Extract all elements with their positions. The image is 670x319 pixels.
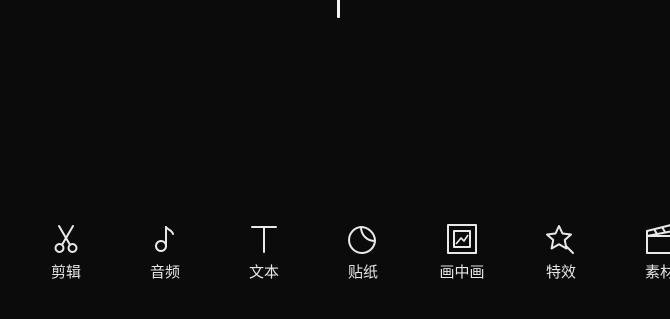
toolbar-item-picture-in-picture[interactable]: 画中画 — [422, 218, 502, 290]
toolbar-item-label: 画中画 — [439, 263, 485, 281]
toolbar-item-label: 音频 — [149, 263, 180, 281]
toolbar-item-label: 文本 — [248, 263, 279, 281]
toolbar-item-effects[interactable]: 特效 — [521, 218, 601, 290]
bottom-toolbar: 剪辑 音频 文本 贴纸 画中画 特效 素材 — [0, 218, 670, 298]
toolbar-item-material[interactable]: 素材 — [620, 218, 670, 290]
timeline-area[interactable] — [0, 0, 670, 210]
effects-star-icon — [544, 222, 578, 256]
material-clapper-icon — [643, 222, 670, 256]
music-note-icon — [148, 222, 182, 256]
picture-in-picture-icon — [445, 222, 479, 256]
text-t-icon — [247, 222, 281, 256]
toolbar-item-label: 剪辑 — [50, 263, 81, 281]
toolbar-item-text[interactable]: 文本 — [224, 218, 304, 290]
sticker-icon — [346, 222, 380, 256]
toolbar-item-label: 贴纸 — [347, 263, 378, 281]
toolbar-item-sticker[interactable]: 贴纸 — [323, 218, 403, 290]
toolbar-item-audio[interactable]: 音频 — [125, 218, 205, 290]
toolbar-item-edit[interactable]: 剪辑 — [26, 218, 106, 290]
toolbar-item-label: 特效 — [545, 263, 576, 281]
toolbar-item-label: 素材 — [644, 263, 670, 281]
playhead-cursor[interactable] — [337, 0, 340, 18]
scissors-icon — [49, 222, 83, 256]
